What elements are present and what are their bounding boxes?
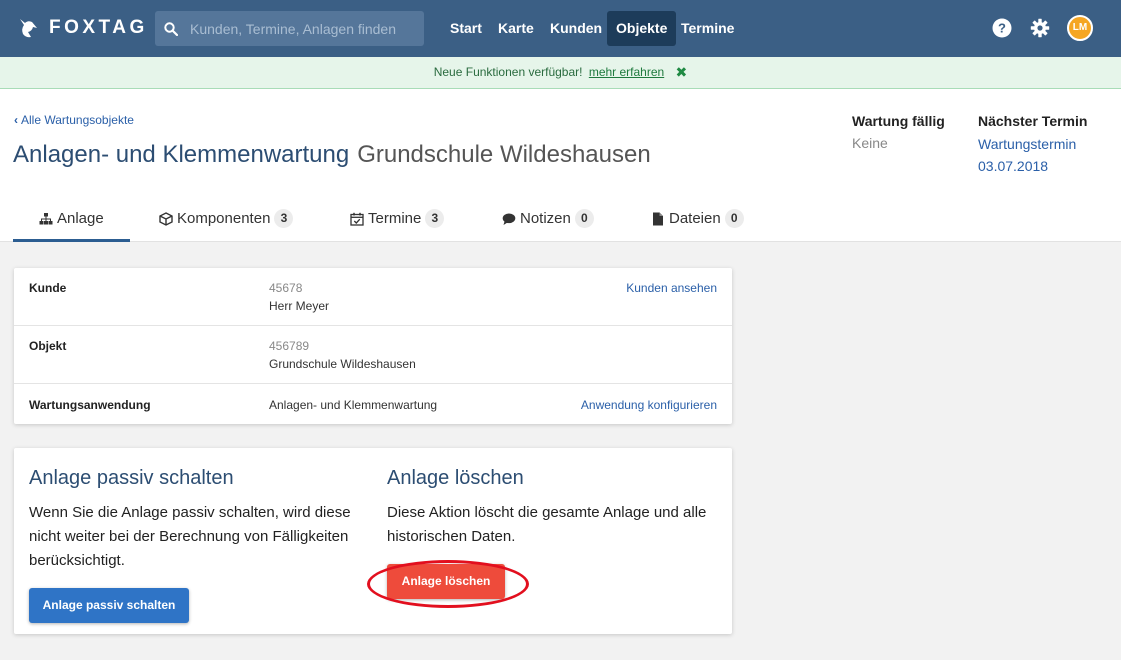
tab-notizen[interactable]: Notizen 0 [502,195,594,242]
page-title-sub: Grundschule Wildeshausen [357,141,651,168]
chevron-left-icon: ‹ [14,113,18,127]
tab-termine[interactable]: Termine 3 [350,195,445,242]
application-row: Wartungsanwendung Anlagen- und Klemmenwa… [14,384,732,424]
tab-anlage[interactable]: Anlage [39,195,104,242]
tab-label: Notizen [520,210,571,227]
page-header: ‹ Alle Wartungsobjekte Anlagen- und Klemm… [0,89,1121,242]
customer-name: Herr Meyer [269,299,330,313]
application-value: Anlagen- und Klemmenwartung [269,398,438,412]
highlight-annotation [367,560,529,608]
close-icon[interactable]: ✖ [676,57,688,88]
nav-termine[interactable]: Termine [672,11,743,46]
passive-title: Anlage passiv schalten [29,467,234,489]
sitemap-icon [39,212,53,224]
due-label: Wartung fällig [852,113,945,129]
nav-kunden[interactable]: Kunden [541,11,611,46]
passive-description: Wenn Sie die Anlage passiv schalten, wir… [29,504,351,569]
announcement-bar: Neue Funktionen verfügbar! mehr erfahren… [0,57,1121,89]
search-input[interactable] [190,20,420,37]
next-appointment-link[interactable]: Wartungstermin 03.07.2018 [978,133,1087,177]
brand-name: FOXTAG [49,17,148,38]
gear-icon[interactable] [1030,18,1050,38]
count-badge: 3 [425,209,445,228]
due-value: Keine [852,135,888,151]
next-appointment-date: 03.07.2018 [978,158,1049,174]
cube-icon [159,211,173,226]
nav-karte[interactable]: Karte [489,11,543,46]
actions-card: Anlage passiv schalten Wenn Sie die Anla… [14,448,732,634]
page-title-main: Anlagen- und Klemmenwartung [13,141,350,168]
announcement-link[interactable]: mehr erfahren [589,65,664,79]
tab-bar: Anlage Komponenten 3 Termine 3 Notizen 0… [0,195,760,242]
help-icon[interactable]: ? [992,18,1012,38]
tab-label: Anlage [57,210,104,227]
tab-label: Termine [368,210,422,227]
tab-dateien[interactable]: Dateien 0 [651,195,744,242]
customer-number: 45678 [269,281,303,295]
customer-label: Kunde [29,281,67,295]
set-passive-button[interactable]: Anlage passiv schalten [29,588,189,623]
active-tab-indicator [13,239,130,242]
tab-label: Komponenten [177,210,271,227]
top-navbar: FOXTAG Start Karte Kunden Objekte Termin… [0,0,1121,57]
view-customer-link[interactable]: Kunden ansehen [626,281,717,295]
next-appointment: Nächster Termin Wartungstermin 03.07.201… [978,113,1087,177]
user-avatar[interactable]: LM [1067,15,1093,41]
calendar-check-icon [350,212,364,226]
count-badge: 0 [724,209,744,228]
object-row: Objekt 456789 Grundschule Wildeshausen [14,326,732,384]
application-label: Wartungsanwendung [29,398,151,412]
brand-logo[interactable]: FOXTAG [16,16,148,40]
page-title: Anlagen- und Klemmenwartung Grundschule W… [13,141,651,169]
search-icon [164,21,178,36]
configure-application-link[interactable]: Anwendung konfigurieren [581,398,717,412]
file-icon [653,212,663,225]
object-number: 456789 [269,339,310,353]
object-name: Grundschule Wildeshausen [269,357,416,371]
back-link-label: Alle Wartungsobjekte [21,113,134,127]
next-appointment-label: Nächster Termin [978,113,1088,129]
details-card: Kunde 45678 Herr Meyer Kunden ansehen Ob… [14,268,732,424]
delete-title: Anlage löschen [387,467,524,489]
object-label: Objekt [29,339,67,353]
announcement-text: Neue Funktionen verfügbar! [433,65,583,79]
fox-logo-icon [20,19,37,38]
tab-komponenten[interactable]: Komponenten 3 [159,195,294,242]
count-badge: 0 [574,209,594,228]
back-link[interactable]: ‹ Alle Wartungsobjekte [14,113,134,127]
comment-icon [502,213,516,225]
svg-text:?: ? [998,21,1006,36]
due-status: Wartung fällig Keine [852,113,945,151]
nav-start[interactable]: Start [441,11,491,46]
nav-objekte[interactable]: Objekte [607,11,677,46]
next-appointment-name: Wartungstermin [978,136,1077,152]
tab-label: Dateien [669,210,721,227]
global-search[interactable] [155,11,424,46]
delete-description: Diese Aktion löscht die gesamte Anlage u… [387,504,707,545]
count-badge: 3 [274,209,294,228]
customer-row: Kunde 45678 Herr Meyer Kunden ansehen [14,268,732,326]
